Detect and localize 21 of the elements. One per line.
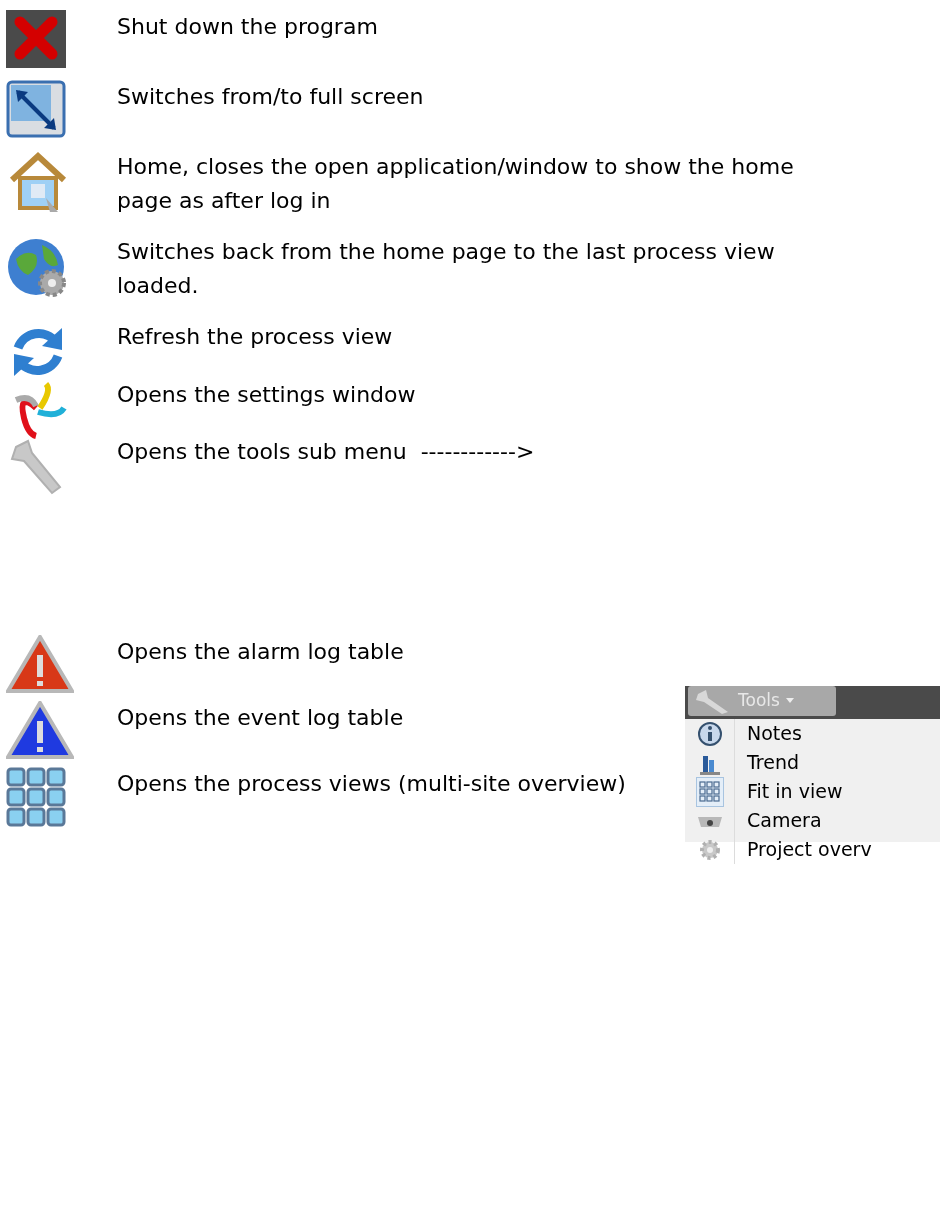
description-text: Opens the process views (multi-site overview) [117,770,626,798]
description-text: Shut down the program [117,13,378,41]
menu-item[interactable]: Project overv [685,835,940,864]
info-icon [696,720,723,747]
menu-item[interactable]: Fit in view [685,777,940,806]
warning-triangle-icon [6,635,74,693]
description-text: Opens the event log table [117,704,404,732]
description-text: Switches back from the home page to the last process view loaded. [117,238,776,300]
description-text: Opens the tools sub menu ------------> [117,438,535,466]
description-text: Refresh the process view [117,323,393,351]
description-text: Opens the settings window [117,381,416,409]
description-text: Switches from/to full screen [117,83,424,111]
close-icon [6,10,66,68]
grid-icon [695,776,724,807]
grid-icon [6,767,66,827]
caret-icon [785,698,794,704]
warning-triangle-icon [6,701,74,759]
description-text: Opens the alarm log table [117,638,404,666]
menu-item[interactable]: Camera [685,806,940,835]
menu-item[interactable]: Notes [685,719,940,748]
description-text: Home, closes the open application/window to show the home page as after log in [117,153,795,215]
